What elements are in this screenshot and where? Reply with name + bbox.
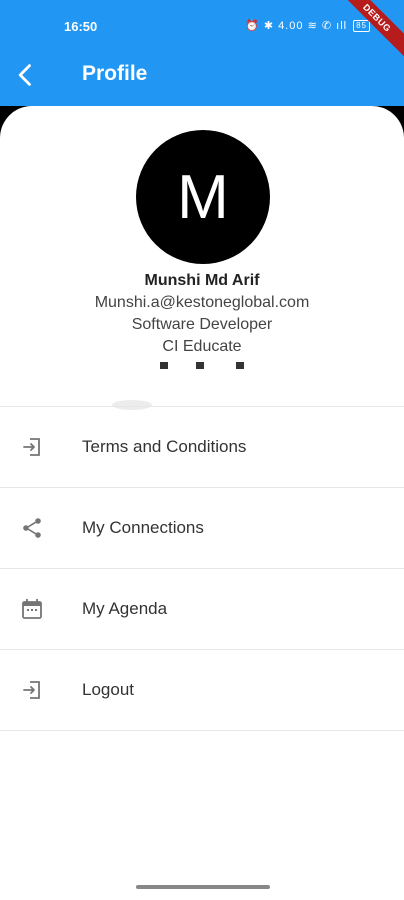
menu-item-label: My Connections — [82, 518, 204, 537]
loading-indicator — [0, 362, 404, 372]
home-gesture-bar[interactable] — [136, 885, 270, 889]
profile-email: Munshi.a@kestoneglobal.com — [94, 294, 310, 311]
menu-item-label: Logout — [82, 680, 134, 699]
status-icons: ⏰ ✱ 4.00 ≋ ✆ ıll 85 — [245, 19, 370, 32]
status-bar: 16:50 ⏰ ✱ 4.00 ≋ ✆ ıll 85 — [0, 0, 404, 44]
loading-dot — [196, 362, 204, 369]
menu-item-label: My Agenda — [82, 599, 168, 618]
status-icon-group: ⏰ ✱ 4.00 ≋ ✆ ıll — [245, 20, 348, 32]
profile-info: Munshi Md Arif Munshi.a@kestoneglobal.co… — [0, 270, 404, 358]
status-time: 16:50 — [64, 19, 98, 34]
back-arrow-icon[interactable] — [12, 61, 40, 89]
share-icon — [23, 518, 41, 538]
logout-icon — [23, 681, 40, 699]
menu-item-terms[interactable]: Terms and Conditions — [0, 407, 404, 488]
loading-dot — [236, 362, 244, 369]
page-title: Profile — [82, 62, 148, 85]
calendar-icon — [22, 599, 42, 619]
loading-dot — [160, 362, 168, 369]
profile-role: Software Developer — [131, 316, 273, 333]
battery-icon: 85 — [353, 19, 370, 32]
avatar: M — [136, 130, 270, 264]
menu-item-logout[interactable]: Logout — [0, 650, 404, 731]
login-icon — [23, 438, 40, 456]
menu-item-label: Terms and Conditions — [82, 437, 247, 456]
profile-name: Munshi Md Arif — [144, 272, 260, 289]
profile-menu: Terms and Conditions My Connections My A… — [0, 406, 404, 731]
menu-item-agenda[interactable]: My Agenda — [0, 569, 404, 650]
profile-company: CI Educate — [162, 338, 242, 355]
profile-content: M Munshi Md Arif Munshi.a@kestoneglobal.… — [0, 106, 404, 900]
app-bar: Profile — [0, 44, 404, 106]
avatar-letter: M — [177, 162, 229, 232]
menu-item-connections[interactable]: My Connections — [0, 488, 404, 569]
